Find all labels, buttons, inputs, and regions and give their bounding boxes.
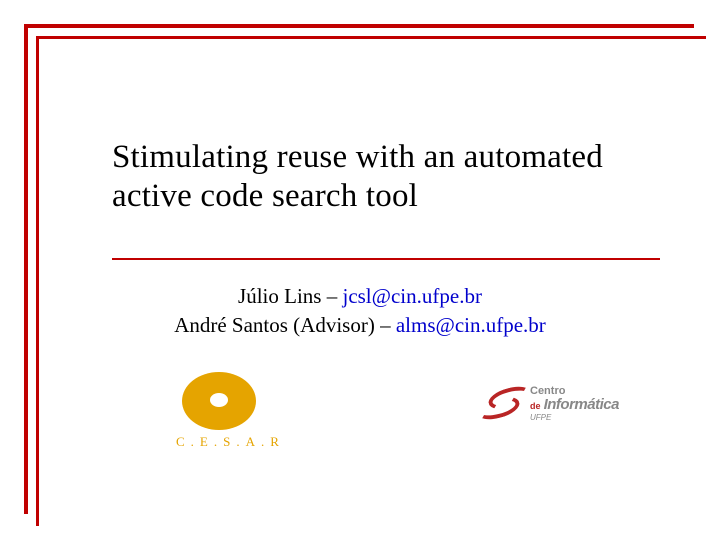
slide-title: Stimulating reuse with an automated acti… [112, 138, 620, 216]
author-line-2: André Santos (Advisor) – alms@cin.ufpe.b… [0, 311, 720, 340]
cin-text-4: UFPE [530, 413, 551, 422]
author-2-email: alms@cin.ufpe.br [396, 313, 546, 337]
authors-block: Júlio Lins – jcsl@cin.ufpe.br André Sant… [0, 282, 720, 341]
cin-text-3: Informática [544, 396, 619, 413]
cesar-text: C.E.S.A.R [176, 434, 285, 450]
logo-cesar: C.E.S.A.R [150, 370, 300, 465]
title-underline [112, 258, 660, 260]
cin-text-2: de [530, 401, 541, 411]
cesar-dot-icon [210, 393, 228, 407]
author-1-name: Júlio Lins – [238, 284, 342, 308]
author-line-1: Júlio Lins – jcsl@cin.ufpe.br [0, 282, 720, 311]
author-2-name: André Santos (Advisor) – [174, 313, 396, 337]
title-block: Stimulating reuse with an automated acti… [112, 138, 620, 216]
cin-text-block: Centro de Informática UFPE [530, 386, 619, 423]
logo-cin: Centro de Informática UFPE [468, 380, 628, 455]
author-1-email: jcsl@cin.ufpe.br [342, 284, 481, 308]
